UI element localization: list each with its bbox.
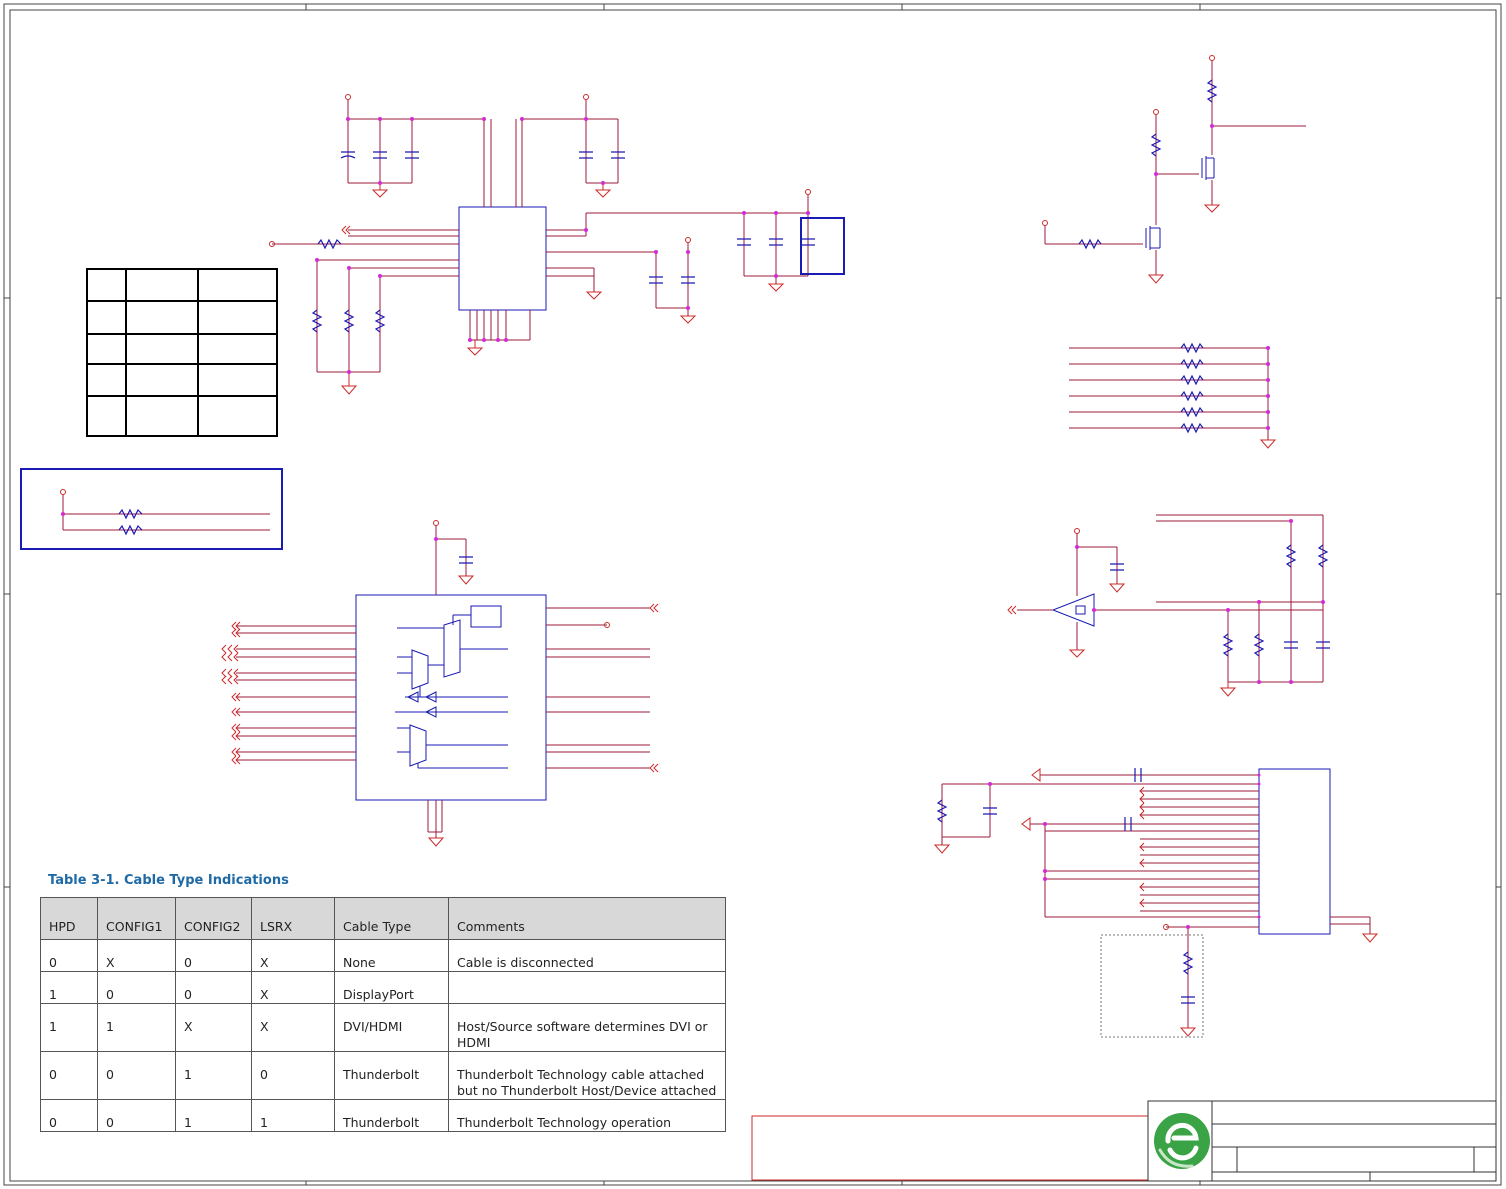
resistor-array bbox=[1069, 347, 1269, 440]
table-cell: Thunderbolt Technology operation bbox=[448, 1099, 726, 1132]
table-cell: 0 bbox=[40, 939, 98, 972]
column-header: CONFIG2 bbox=[175, 897, 252, 940]
mosfet-shifter bbox=[1044, 60, 1306, 275]
table-cell: Thunderbolt Technology cable attached bu… bbox=[448, 1051, 726, 1100]
connector-block bbox=[941, 768, 1371, 1038]
resistors bbox=[118, 79, 1329, 975]
mux-ic bbox=[236, 525, 650, 838]
pullup-box bbox=[20, 468, 283, 550]
table-cell: 0 bbox=[97, 971, 176, 1004]
table-cell: None bbox=[334, 939, 449, 972]
table-cell: 0 bbox=[97, 1051, 176, 1100]
table-cell: Cable is disconnected bbox=[448, 939, 726, 972]
column-header: Comments bbox=[448, 897, 726, 940]
table-cell: 1 bbox=[40, 1003, 98, 1052]
comparator-block bbox=[1017, 514, 1324, 683]
top-ic-block bbox=[272, 100, 845, 373]
table-cell: DisplayPort bbox=[334, 971, 449, 1004]
offpage-arrows bbox=[221, 225, 1145, 908]
table-title: Table 3-1. Cable Type Indications bbox=[48, 873, 289, 888]
table-cell: 0 bbox=[175, 939, 252, 972]
junction-dots bbox=[61, 117, 1325, 929]
table-cell: X bbox=[175, 1003, 252, 1052]
table-cell: 1 bbox=[175, 1051, 252, 1100]
cable-type-table: HPD CONFIG1 CONFIG2 LSRX Cable Type Comm… bbox=[40, 897, 726, 1132]
table-cell: 0 bbox=[175, 971, 252, 1004]
table-header-row: HPD CONFIG1 CONFIG2 LSRX Cable Type Comm… bbox=[40, 897, 726, 940]
table-cell: X bbox=[251, 971, 335, 1004]
capacitors bbox=[340, 151, 1330, 1004]
title-block bbox=[751, 1100, 1497, 1182]
column-header: LSRX bbox=[251, 897, 335, 940]
table-cell: 0 bbox=[40, 1051, 98, 1100]
table-cell: X bbox=[97, 939, 176, 972]
table-cell: 1 bbox=[97, 1003, 176, 1052]
column-header: Cable Type bbox=[334, 897, 449, 940]
table-row: 0 X 0 X None Cable is disconnected bbox=[40, 939, 726, 972]
crystal-box bbox=[800, 217, 845, 275]
table-cell: DVI/HDMI bbox=[334, 1003, 449, 1052]
table-cell: Host/Source software determines DVI or H… bbox=[448, 1003, 726, 1052]
column-header: CONFIG1 bbox=[97, 897, 176, 940]
table-row: 0 0 1 0 Thunderbolt Thunderbolt Technolo… bbox=[40, 1051, 726, 1100]
table-cell: 0 bbox=[97, 1099, 176, 1132]
e-logo-icon bbox=[1154, 1113, 1210, 1169]
table-cell: 1 bbox=[251, 1099, 335, 1132]
table-cell: 1 bbox=[175, 1099, 252, 1132]
table-cell: 1 bbox=[40, 971, 98, 1004]
table-cell: Thunderbolt bbox=[334, 1099, 449, 1132]
table-cell: 0 bbox=[251, 1051, 335, 1100]
power-terminals bbox=[60, 55, 1215, 930]
ic-chip-top bbox=[458, 206, 547, 311]
table-cell: X bbox=[251, 939, 335, 972]
table-row: 1 0 0 X DisplayPort bbox=[40, 971, 726, 1004]
config-grid bbox=[86, 268, 278, 437]
table-cell: X bbox=[251, 1003, 335, 1052]
table-row: 0 0 1 1 Thunderbolt Thunderbolt Technolo… bbox=[40, 1099, 726, 1132]
table-cell bbox=[448, 971, 726, 1004]
table-cell: 0 bbox=[40, 1099, 98, 1132]
table-cell: Thunderbolt bbox=[334, 1051, 449, 1100]
table-row: 1 1 X X DVI/HDMI Host/Source software de… bbox=[40, 1003, 726, 1052]
column-header: HPD bbox=[40, 897, 98, 940]
